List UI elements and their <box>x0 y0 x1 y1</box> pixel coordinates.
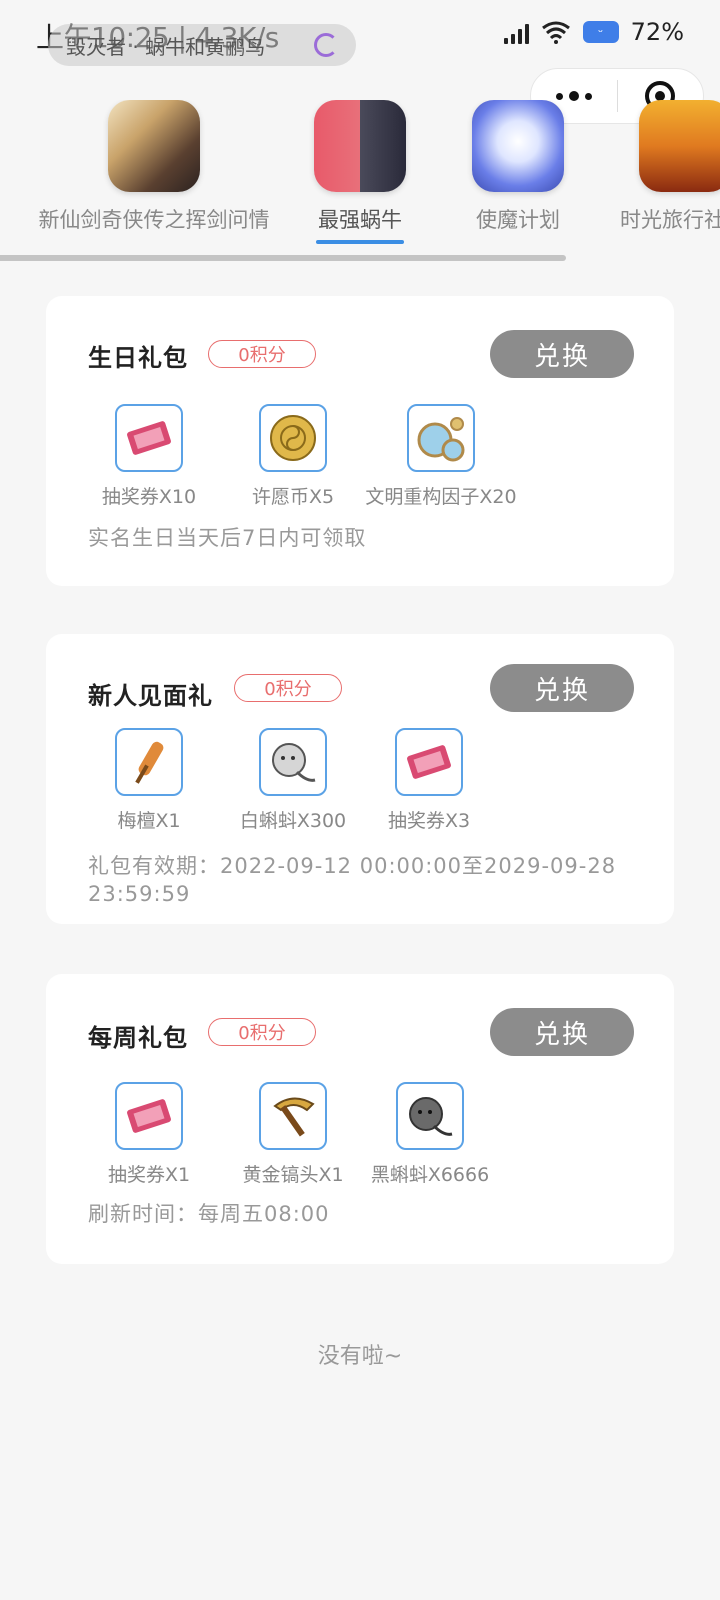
refresh-icon[interactable] <box>314 33 338 57</box>
reward-item: 梅檀X1 <box>96 728 202 833</box>
reward-label: 梅檀X1 <box>117 810 181 832</box>
shimo-icon <box>472 100 564 192</box>
white-tadpole-icon <box>259 728 327 796</box>
points-badge: 0积分 <box>208 340 316 368</box>
active-tab-indicator <box>316 240 404 244</box>
reward-item: 黄金镐头X1 <box>234 1082 352 1187</box>
game-tab-label: 时光旅行社 <box>620 208 720 232</box>
status-icons: ᵕ 72% <box>503 18 684 46</box>
reward-label: 抽奖券X10 <box>101 486 197 508</box>
battery-level: 72% <box>630 18 684 46</box>
gift-pack-note: 礼包有效期：2022-09-12 00:00:00至2029-09-28 23:… <box>88 854 617 906</box>
black-tadpole-icon <box>396 1082 464 1150</box>
wish-coin-icon <box>259 404 327 472</box>
reward-label: 抽奖券X3 <box>387 810 471 832</box>
reward-item: 许愿币X5 <box>240 404 346 509</box>
reward-label: 黄金镐头X1 <box>242 1164 344 1186</box>
reward-label: 白蝌蚪X300 <box>239 810 347 832</box>
points-badge: 0积分 <box>234 674 342 702</box>
redeem-button[interactable]: 兑换 <box>490 1008 634 1056</box>
game-tab-snail[interactable]: 最强蜗牛 <box>314 100 406 234</box>
redeem-button[interactable]: 兑换 <box>490 664 634 712</box>
golden-pickaxe-icon <box>259 1082 327 1150</box>
end-of-list-text: 没有啦~ <box>317 1344 403 1369</box>
civilization-factor-icon <box>407 404 475 472</box>
gift-pack-title: 每周礼包 <box>88 1024 188 1052</box>
time-voyager-icon <box>639 100 720 192</box>
sandalwood-icon <box>115 728 183 796</box>
battery-icon: ᵕ <box>582 21 619 43</box>
game-tab-label: 使魔计划 <box>476 208 560 232</box>
gift-pack-card-weekly: 每周礼包 0积分 兑换 抽奖券X1 黄金镐头X1 黑蝌蚪X6666 刷新时间：每… <box>46 974 674 1264</box>
game-tab-xianjian[interactable]: 新仙剑奇侠传之挥剑问情 <box>34 100 274 234</box>
lottery-ticket-icon <box>115 1082 183 1150</box>
game-tab-bar: 新仙剑奇侠传之挥剑问情 最强蜗牛 使魔计划 时光旅行社 <box>0 100 720 260</box>
wifi-icon <box>541 21 570 44</box>
game-tab-label: 最强蜗牛 <box>318 208 402 232</box>
gift-pack-note: 刷新时间：每周五08:00 <box>88 1202 330 1226</box>
reward-label: 黑蝌蚪X6666 <box>370 1164 490 1186</box>
reward-item: 抽奖券X3 <box>374 728 484 833</box>
tab-scrollbar[interactable] <box>0 255 566 261</box>
points-badge: 0积分 <box>208 1018 316 1046</box>
reward-label: 抽奖券X1 <box>107 1164 191 1186</box>
gift-pack-note: 实名生日当天后7日内可领取 <box>88 526 367 550</box>
reward-item: 抽奖券X1 <box>96 1082 202 1187</box>
redeem-button[interactable]: 兑换 <box>490 330 634 378</box>
game-tab-time-voyager[interactable]: 时光旅行社 <box>620 100 720 234</box>
gift-pack-card-newcomer: 新人见面礼 0积分 兑换 梅檀X1 白蝌蚪X300 抽奖券X3 礼包有效期：20… <box>46 634 674 924</box>
gift-pack-title: 新人见面礼 <box>88 682 213 710</box>
reward-label: 文明重构因子X20 <box>365 486 517 508</box>
snail-icon <box>314 100 406 192</box>
lottery-ticket-icon <box>395 728 463 796</box>
xianjian-icon <box>108 100 200 192</box>
mini-program-title[interactable]: 毁灭者 · 蜗牛和黄鹂鸟 <box>48 24 356 66</box>
gift-pack-card-birthday: 生日礼包 0积分 兑换 抽奖券X10 许愿币X5 文明重构因子X20 实名生日当… <box>46 296 674 586</box>
reward-item: 文明重构因子X20 <box>356 404 526 509</box>
gift-pack-title: 生日礼包 <box>88 344 188 372</box>
game-tab-label: 新仙剑奇侠传之挥剑问情 <box>38 208 270 232</box>
mini-program-title-text: 毁灭者 · 蜗牛和黄鹂鸟 <box>66 34 266 59</box>
signal-icon <box>503 20 529 44</box>
reward-item: 白蝌蚪X300 <box>230 728 356 833</box>
lottery-ticket-icon <box>115 404 183 472</box>
reward-label: 许愿币X5 <box>251 486 335 508</box>
reward-item: 抽奖券X10 <box>96 404 202 509</box>
reward-item: 黑蝌蚪X6666 <box>368 1082 492 1187</box>
game-tab-shimo[interactable]: 使魔计划 <box>470 100 566 234</box>
